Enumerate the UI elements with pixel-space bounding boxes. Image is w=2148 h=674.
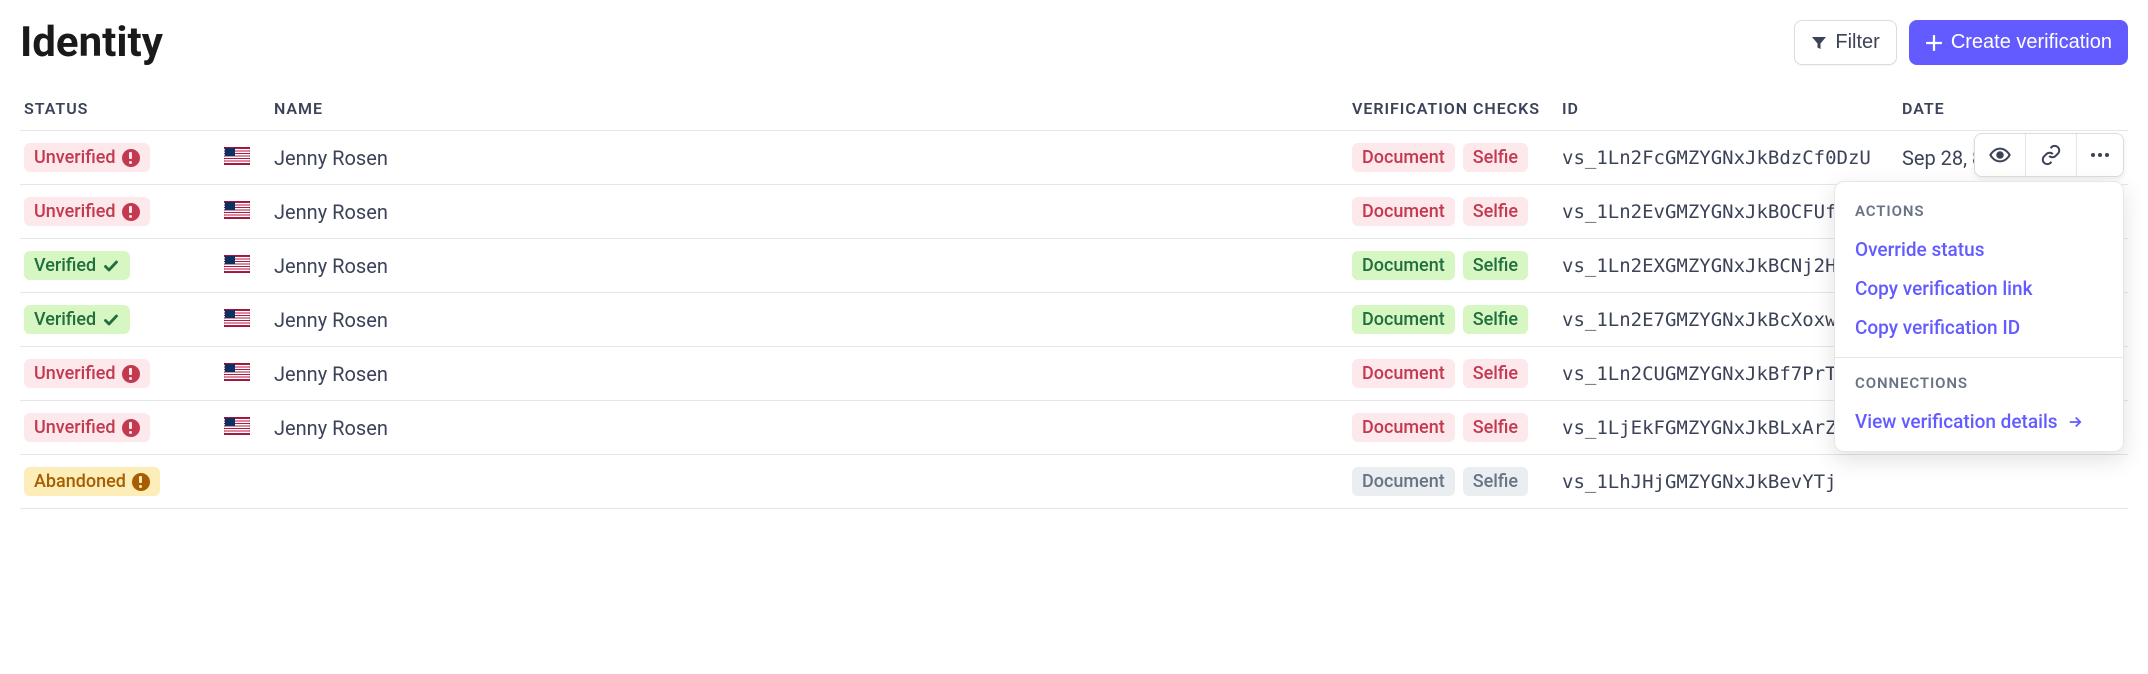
plus-icon — [1925, 34, 1943, 52]
filter-button-label: Filter — [1835, 31, 1879, 54]
check-document-badge: Document — [1352, 197, 1455, 226]
status-badge: Unverified — [24, 359, 150, 388]
table-row[interactable]: UnverifiedJenny RosenDocumentSelfievs_1L… — [20, 347, 2128, 401]
check-selfie-badge: Selfie — [1463, 197, 1528, 226]
dropdown-view-details-label: View verification details — [1855, 410, 2058, 433]
check-selfie-badge: Selfie — [1463, 467, 1528, 496]
more-actions-button[interactable] — [2076, 134, 2123, 176]
check-document-badge: Document — [1352, 413, 1455, 442]
flag-icon — [224, 201, 250, 219]
status-label: Unverified — [34, 201, 116, 222]
check-selfie-badge: Selfie — [1463, 359, 1528, 388]
row-actions-toolbar — [1974, 133, 2124, 177]
flag-icon — [224, 309, 250, 327]
check-icon — [102, 257, 120, 275]
funnel-icon — [1811, 35, 1827, 51]
status-badge: Unverified — [24, 413, 150, 442]
column-date: DATE — [1898, 91, 2128, 131]
status-label: Unverified — [34, 363, 116, 384]
column-id: ID — [1558, 91, 1898, 131]
table-row[interactable]: VerifiedJenny RosenDocumentSelfievs_1Ln2… — [20, 239, 2128, 293]
header-actions: Filter Create verification — [1794, 20, 2128, 65]
table-row[interactable]: VerifiedJenny RosenDocumentSelfievs_1Ln2… — [20, 293, 2128, 347]
status-badge: Unverified — [24, 143, 150, 172]
column-status: STATUS — [20, 91, 220, 131]
name-cell — [270, 455, 1348, 509]
flag-icon — [224, 147, 250, 165]
eye-icon — [1989, 144, 2011, 166]
column-checks: VERIFICATION CHECKS — [1348, 91, 1558, 131]
status-label: Verified — [34, 309, 96, 330]
alert-circle-icon — [132, 473, 150, 491]
name-cell: Jenny Rosen — [270, 293, 1348, 347]
id-cell: vs_1LhJHjGMZYGNxJkBevYTj — [1558, 455, 1898, 509]
date-cell — [1898, 455, 2128, 509]
check-document-badge: Document — [1352, 251, 1455, 280]
status-label: Unverified — [34, 417, 116, 438]
check-document-badge: Document — [1352, 305, 1455, 334]
column-name: NAME — [270, 91, 1348, 131]
flag-icon — [224, 255, 250, 273]
check-selfie-badge: Selfie — [1463, 305, 1528, 334]
name-cell: Jenny Rosen — [270, 185, 1348, 239]
status-badge: Unverified — [24, 197, 150, 226]
alert-circle-icon — [122, 149, 140, 167]
status-label: Abandoned — [34, 471, 126, 492]
flag-icon — [224, 417, 250, 435]
table-row[interactable]: Unverified Jenny RosenDocument Selfie vs_1L… — [20, 131, 2128, 185]
page-title: Identity — [20, 18, 163, 67]
dropdown-override-status[interactable]: Override status — [1835, 230, 2123, 269]
dropdown-copy-link[interactable]: Copy verification link — [1835, 269, 2123, 308]
link-icon — [2040, 144, 2062, 166]
alert-circle-icon — [122, 419, 140, 437]
check-selfie-badge: Selfie — [1463, 251, 1528, 280]
dropdown-divider — [1835, 357, 2123, 358]
flag-icon — [224, 363, 250, 381]
id-cell: vs_1Ln2FcGMZYGNxJkBdzCf0DzU — [1558, 131, 1898, 185]
verifications-table: STATUS NAME VERIFICATION CHECKS ID DATE … — [20, 91, 2128, 509]
check-document-badge: Document — [1352, 467, 1455, 496]
status-label: Verified — [34, 255, 96, 276]
alert-circle-icon — [122, 365, 140, 383]
check-icon — [102, 311, 120, 329]
check-selfie-badge: Selfie — [1463, 143, 1528, 172]
dropdown-connections-label: CONNECTIONS — [1835, 368, 2123, 402]
status-badge: Verified — [24, 305, 130, 334]
dropdown-actions-label: ACTIONS — [1835, 196, 2123, 230]
alert-circle-icon — [122, 203, 140, 221]
status-badge: Abandoned — [24, 467, 160, 496]
filter-button[interactable]: Filter — [1794, 20, 1896, 65]
name-cell: Jenny Rosen — [270, 401, 1348, 455]
create-verification-label: Create verification — [1951, 31, 2112, 54]
check-selfie-badge: Selfie — [1463, 413, 1528, 442]
name-cell: Jenny Rosen — [270, 239, 1348, 293]
status-label: Unverified — [34, 147, 116, 168]
table-row[interactable]: UnverifiedJenny RosenDocumentSelfievs_1L… — [20, 185, 2128, 239]
arrow-right-icon — [2066, 413, 2084, 431]
check-document-badge: Document — [1352, 359, 1455, 388]
name-cell: Jenny Rosen — [270, 131, 1348, 185]
copy-link-button[interactable] — [2025, 134, 2076, 176]
dropdown-view-details[interactable]: View verification details — [1835, 402, 2123, 441]
dots-icon — [2091, 153, 2109, 157]
name-cell: Jenny Rosen — [270, 347, 1348, 401]
table-row[interactable]: UnverifiedJenny RosenDocumentSelfievs_1L… — [20, 401, 2128, 455]
dropdown-copy-id[interactable]: Copy verification ID — [1835, 308, 2123, 347]
view-button[interactable] — [1975, 134, 2025, 176]
check-document-badge: Document — [1352, 143, 1455, 172]
create-verification-button[interactable]: Create verification — [1909, 20, 2128, 65]
table-row[interactable]: Abandoned Document Selfie vs_1LhJHjGMZYGNxJ… — [20, 455, 2128, 509]
actions-dropdown: ACTIONS Override status Copy verificatio… — [1834, 181, 2124, 452]
status-badge: Verified — [24, 251, 130, 280]
